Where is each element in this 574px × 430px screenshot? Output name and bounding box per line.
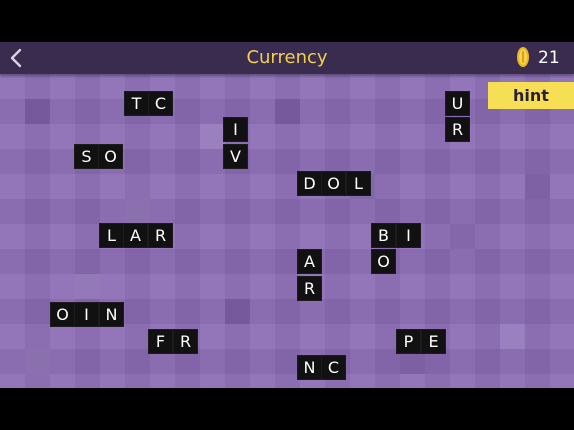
board-cell-shade <box>200 124 225 149</box>
hint-button[interactable]: hint <box>488 82 574 109</box>
letter-tile[interactable]: I <box>224 118 247 141</box>
coin-icon <box>517 47 529 67</box>
letter-tile[interactable]: V <box>224 145 247 168</box>
letter-tile[interactable]: L <box>347 172 370 195</box>
board-cell-shade <box>25 349 50 374</box>
letter-tile[interactable]: B <box>372 224 395 247</box>
letter-tile[interactable]: C <box>149 92 172 115</box>
letter-tile[interactable]: L <box>100 224 123 247</box>
board-cell-shade <box>125 199 150 224</box>
top-bar: Currency 21 <box>0 42 574 74</box>
board-cell-shade <box>225 299 250 324</box>
letter-tile[interactable]: O <box>51 303 74 326</box>
letter-tile[interactable]: N <box>298 356 321 379</box>
puzzle-board <box>0 74 574 388</box>
letter-tile[interactable]: R <box>174 330 197 353</box>
board-cell-shade <box>525 174 550 199</box>
letter-tile[interactable]: P <box>397 330 420 353</box>
letter-tile[interactable]: D <box>298 172 321 195</box>
board-cell-shade <box>25 99 50 124</box>
category-title: Currency <box>246 47 328 68</box>
board-cell-shade <box>75 274 100 299</box>
letter-tile[interactable]: S <box>75 145 98 168</box>
letter-tile[interactable]: I <box>75 303 98 326</box>
game-screen: Currency 21 hint TCSOIVURDOLLARBIOAROINF… <box>0 0 574 430</box>
letter-tile[interactable]: N <box>100 303 123 326</box>
board-cell-shade <box>500 324 525 349</box>
letter-tile[interactable]: O <box>322 172 345 195</box>
letter-tile[interactable]: R <box>298 277 321 300</box>
letter-tile[interactable]: A <box>124 224 147 247</box>
letter-tile[interactable]: I <box>397 224 420 247</box>
letter-tile[interactable]: T <box>125 92 148 115</box>
letter-tile[interactable]: O <box>372 250 395 273</box>
letter-tile[interactable]: E <box>422 330 445 353</box>
board-cell-shade <box>275 99 300 124</box>
coin-count: 21 <box>538 48 560 68</box>
board-cell-shade <box>450 224 475 249</box>
letter-tile[interactable]: O <box>99 145 122 168</box>
letter-tile[interactable]: C <box>322 356 345 379</box>
letter-tile[interactable]: A <box>298 250 321 273</box>
letter-tile[interactable]: R <box>446 118 469 141</box>
letter-tile[interactable]: R <box>149 224 172 247</box>
letter-tile[interactable]: U <box>446 92 469 115</box>
letter-tile[interactable]: F <box>149 330 172 353</box>
